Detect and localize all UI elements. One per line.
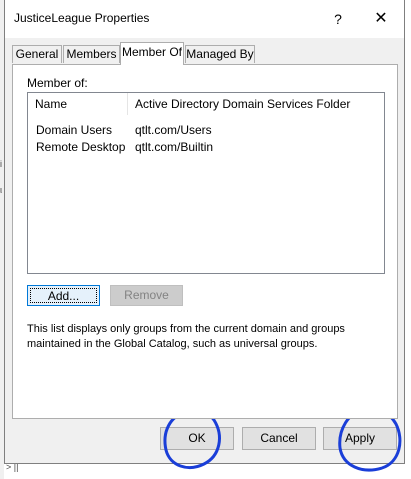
tab-general[interactable]: General (12, 45, 62, 63)
group-folder: qtlt.com/Users (135, 123, 212, 137)
member-of-list[interactable]: Name Active Directory Domain Services Fo… (27, 92, 385, 274)
column-header-name[interactable]: Name (28, 93, 128, 115)
window-title: JusticeLeague Properties (14, 11, 150, 25)
remove-button: Remove (110, 285, 183, 306)
list-header: Name Active Directory Domain Services Fo… (28, 93, 384, 115)
group-folder: qtlt.com/Builtin (135, 140, 214, 154)
group-name: Remote Desktop ... (36, 140, 126, 154)
list-item[interactable]: Remote Desktop ... qtlt.com/Builtin (28, 139, 384, 156)
add-button[interactable]: Add... (27, 285, 100, 306)
group-name: Domain Users (36, 123, 113, 137)
background-fragment: i (0, 159, 2, 169)
background-fragment: ι (0, 185, 2, 195)
properties-dialog: JusticeLeague Properties ? ✕ General Mem… (4, 0, 405, 464)
tab-managed-by[interactable]: Managed By (185, 45, 255, 63)
tab-member-of[interactable]: Member Of (120, 42, 184, 65)
title-bar: JusticeLeague Properties ? ✕ (5, 0, 404, 38)
list-item[interactable]: Domain Users qtlt.com/Users (28, 122, 384, 139)
member-of-panel: Member of: Name Active Directory Domain … (12, 64, 398, 419)
add-button-label: Add... (30, 288, 97, 303)
close-icon[interactable]: ✕ (361, 4, 401, 34)
cancel-button[interactable]: Cancel (242, 427, 316, 450)
tab-members[interactable]: Members (63, 45, 120, 63)
apply-button[interactable]: Apply (323, 427, 397, 450)
info-text: This list displays only groups from the … (27, 323, 345, 350)
ok-button[interactable]: OK (160, 427, 234, 450)
help-icon[interactable]: ? (318, 4, 358, 34)
column-header-folder[interactable]: Active Directory Domain Services Folder (128, 93, 384, 115)
member-of-label: Member of: (27, 76, 88, 90)
